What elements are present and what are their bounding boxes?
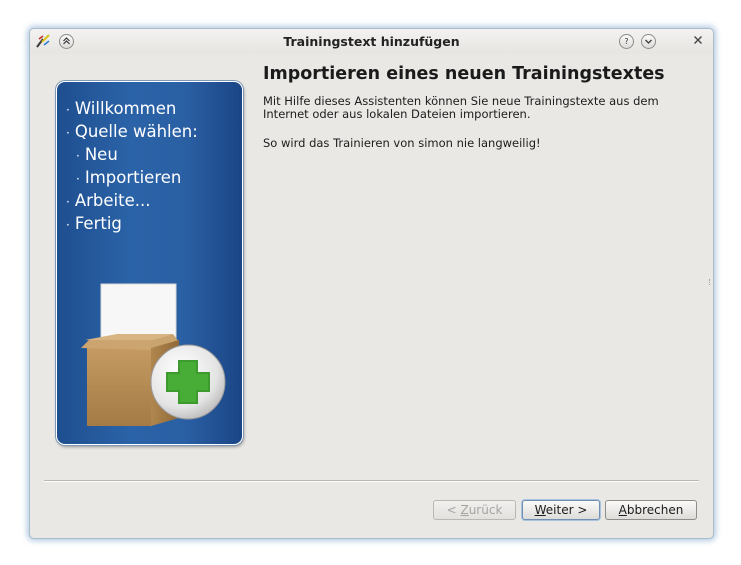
close-icon xyxy=(694,36,702,44)
close-button[interactable] xyxy=(691,33,705,47)
button-separator xyxy=(44,480,699,482)
chevron-down-icon xyxy=(645,39,652,44)
step-willkommen: · Willkommen xyxy=(66,99,177,118)
cancel-button[interactable]: Abbrechen xyxy=(605,500,697,520)
step-arbeite: · Arbeite... xyxy=(66,191,151,210)
step-importieren: · Importieren xyxy=(76,168,182,187)
window-title: Trainingstext hinzufügen xyxy=(283,34,460,49)
page-tagline: So wird das Trainieren von simon nie lan… xyxy=(263,136,541,150)
back-button[interactable]: < Zurück xyxy=(433,500,516,520)
minimize-button[interactable] xyxy=(641,34,656,49)
title-bar[interactable]: Trainingstext hinzufügen ? xyxy=(30,29,713,54)
next-button[interactable]: Weiter > xyxy=(522,500,600,520)
step-neu: · Neu xyxy=(76,145,118,164)
box-with-document-and-add-icon xyxy=(81,283,226,426)
wizard-steps-list: · Willkommen · Quelle wählen: · Neu · Import… xyxy=(66,98,198,236)
step-quelle-waehlen: · Quelle wählen: xyxy=(66,122,198,141)
splitter-grip[interactable] xyxy=(709,279,712,285)
page-description: Mit Hilfe dieses Assistenten können Sie … xyxy=(263,94,659,121)
step-fertig: · Fertig xyxy=(66,214,122,233)
wizard-side-panel: · Willkommen · Quelle wählen: · Neu · Import… xyxy=(56,81,243,445)
help-button[interactable]: ? xyxy=(619,34,634,49)
wizard-window: Trainingstext hinzufügen ? · Willkommen ·… xyxy=(29,28,714,539)
page-heading: Importieren eines neuen Trainingstextes xyxy=(263,64,665,84)
